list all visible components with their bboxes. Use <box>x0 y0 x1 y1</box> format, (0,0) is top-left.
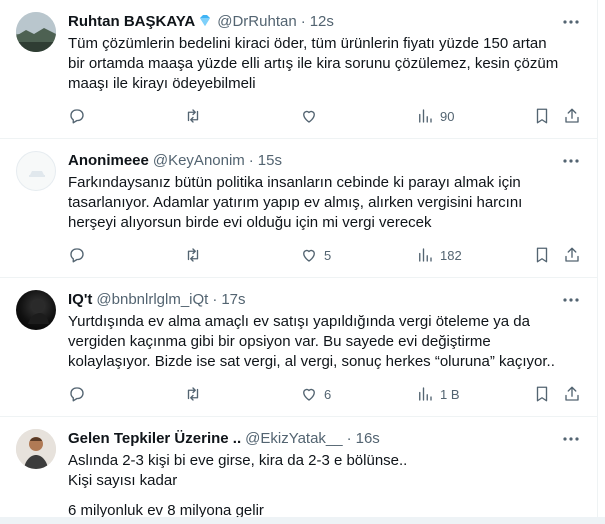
display-name[interactable]: Anonimeee <box>68 152 149 169</box>
tweet-text-line: vergiden kaçınma gibi bir opsiyon var. B… <box>68 333 491 350</box>
reply-button[interactable] <box>68 384 92 404</box>
tweet-text-line: Farkındaysanız bütün politika insanların… <box>68 174 521 191</box>
avatar-landscape-image <box>16 12 56 52</box>
share-icon <box>565 247 579 262</box>
timestamp[interactable]: 17s <box>221 291 245 308</box>
heart-icon <box>303 388 315 401</box>
user-handle[interactable]: @EkizYatak__ <box>245 430 343 447</box>
separator-dot: · <box>300 12 306 30</box>
reply-button[interactable] <box>68 106 92 126</box>
heart-icon <box>303 249 315 262</box>
bookmark-button[interactable] <box>533 106 551 126</box>
views-button[interactable]: 182 <box>416 245 462 265</box>
tweet[interactable]: Ruhtan BAŞKAYA @DrRuhtan · 12s Tüm çözüm… <box>0 0 598 139</box>
retweet-icon <box>187 248 199 262</box>
views-button[interactable]: 1 B <box>416 384 460 404</box>
tweet-header: IQ't @bnbnlrlglm_iQt · 17s <box>68 289 582 309</box>
retweet-button[interactable] <box>184 384 208 404</box>
timestamp[interactable]: 16s <box>356 430 380 447</box>
retweet-button[interactable] <box>184 106 208 126</box>
views-chart-icon <box>419 109 432 123</box>
display-name[interactable]: Ruhtan BAŞKAYA <box>68 13 195 30</box>
more-icon[interactable] <box>562 291 580 309</box>
tweet-text-line: Aslında 2-3 kişi bi eve girse, kira da 2… <box>68 452 408 469</box>
more-icon[interactable] <box>562 13 580 31</box>
tweet-header: Gelen Tepkiler Üzerine .. @EkizYatak__ ·… <box>68 428 582 448</box>
avatar[interactable] <box>16 429 56 469</box>
tweet-text: Yurtdışında ev alma amaçlı ev satışı yap… <box>68 312 568 372</box>
reply-icon <box>70 387 84 402</box>
more-icon[interactable] <box>562 430 580 448</box>
like-button[interactable] <box>300 106 324 126</box>
retweet-button[interactable] <box>184 245 208 265</box>
user-handle[interactable]: @KeyAnonim <box>153 152 245 169</box>
tweet-text-line: bir ortamda maaşa yüzde elli artış ile k… <box>68 55 559 72</box>
bookmark-icon <box>536 247 548 263</box>
view-count: 90 <box>440 108 455 124</box>
views-chart-icon <box>419 387 432 401</box>
separator-dot: · <box>212 290 218 308</box>
view-count: 182 <box>440 247 462 263</box>
bottom-overlay-strip <box>0 517 605 524</box>
user-handle[interactable]: @bnbnlrlglm_iQt <box>96 291 208 308</box>
tweet-text-line: Yurtdışında ev alma amaçlı ev satışı yap… <box>68 313 530 330</box>
tweet-actions: 5 182 <box>68 245 583 265</box>
tweet-actions: 6 1 B <box>68 384 583 404</box>
tweet-text-line: herşeyi alıyorsun birde evi olduğu için … <box>68 214 432 231</box>
share-button[interactable] <box>563 106 581 126</box>
tweet-text-line: kolaylaşıyor. Bizde ise sat vergi, al ve… <box>68 353 555 370</box>
bookmark-icon <box>536 386 548 402</box>
tweet-header: Ruhtan BAŞKAYA @DrRuhtan · 12s <box>68 11 582 31</box>
reply-icon <box>70 248 84 263</box>
view-count: 1 B <box>440 386 460 402</box>
separator-dot: · <box>248 151 254 169</box>
tweet[interactable]: Gelen Tepkiler Üzerine .. @EkizYatak__ ·… <box>0 417 598 524</box>
timeline: Ruhtan BAŞKAYA @DrRuhtan · 12s Tüm çözüm… <box>0 0 598 524</box>
tweet-text: Aslında 2-3 kişi bi eve girse, kira da 2… <box>68 451 568 521</box>
tweet-text-line: tasarlanıyor. Adamlar yatırım yapıp ev a… <box>68 194 523 211</box>
retweet-icon <box>187 109 199 123</box>
display-name[interactable]: IQ't <box>68 291 92 308</box>
avatar[interactable] <box>16 290 56 330</box>
bookmark-button[interactable] <box>533 245 551 265</box>
views-chart-icon <box>419 248 432 262</box>
tweet-header: Anonimeee @KeyAnonim · 15s <box>68 150 582 170</box>
views-button[interactable]: 90 <box>416 106 454 126</box>
tweet[interactable]: Anonimeee @KeyAnonim · 15s Farkındaysanı… <box>0 139 598 278</box>
anonymous-avatar-icon <box>29 171 45 177</box>
tweet-actions: 90 <box>68 106 583 126</box>
tweet-text: Farkındaysanız bütün politika insanların… <box>68 173 568 233</box>
share-button[interactable] <box>563 384 581 404</box>
display-name[interactable]: Gelen Tepkiler Üzerine .. <box>68 430 241 447</box>
share-icon <box>565 386 579 401</box>
share-icon <box>565 108 579 123</box>
more-icon[interactable] <box>562 152 580 170</box>
reply-icon <box>70 109 84 124</box>
like-count: 6 <box>324 386 332 402</box>
tweet-text: Tüm çözümlerin bedelini kiraci öder, tüm… <box>68 34 568 94</box>
tweet-text-line: Kişi sayısı kadar <box>68 472 178 489</box>
bookmark-icon <box>536 108 548 124</box>
like-button[interactable]: 5 <box>300 245 331 265</box>
timestamp[interactable]: 15s <box>258 152 282 169</box>
timestamp[interactable]: 12s <box>310 13 334 30</box>
like-button[interactable]: 6 <box>300 384 331 404</box>
tweet-text-line: maaşı ile kirayı ödeyebilmeli <box>68 75 256 92</box>
avatar[interactable] <box>16 151 56 191</box>
like-count: 5 <box>324 247 332 263</box>
user-handle[interactable]: @DrRuhtan <box>217 13 296 30</box>
heart-icon <box>303 110 315 123</box>
retweet-icon <box>187 387 199 401</box>
diamond-icon <box>197 13 213 29</box>
avatar-person-image <box>16 429 56 469</box>
avatar-dark-image <box>28 300 49 324</box>
reply-button[interactable] <box>68 245 92 265</box>
separator-dot: · <box>346 429 352 447</box>
bookmark-button[interactable] <box>533 384 551 404</box>
tweet-text-line: Tüm çözümlerin bedelini kiraci öder, tüm… <box>68 35 547 52</box>
share-button[interactable] <box>563 245 581 265</box>
avatar[interactable] <box>16 12 56 52</box>
tweet[interactable]: IQ't @bnbnlrlglm_iQt · 17s Yurtdışında e… <box>0 278 598 417</box>
